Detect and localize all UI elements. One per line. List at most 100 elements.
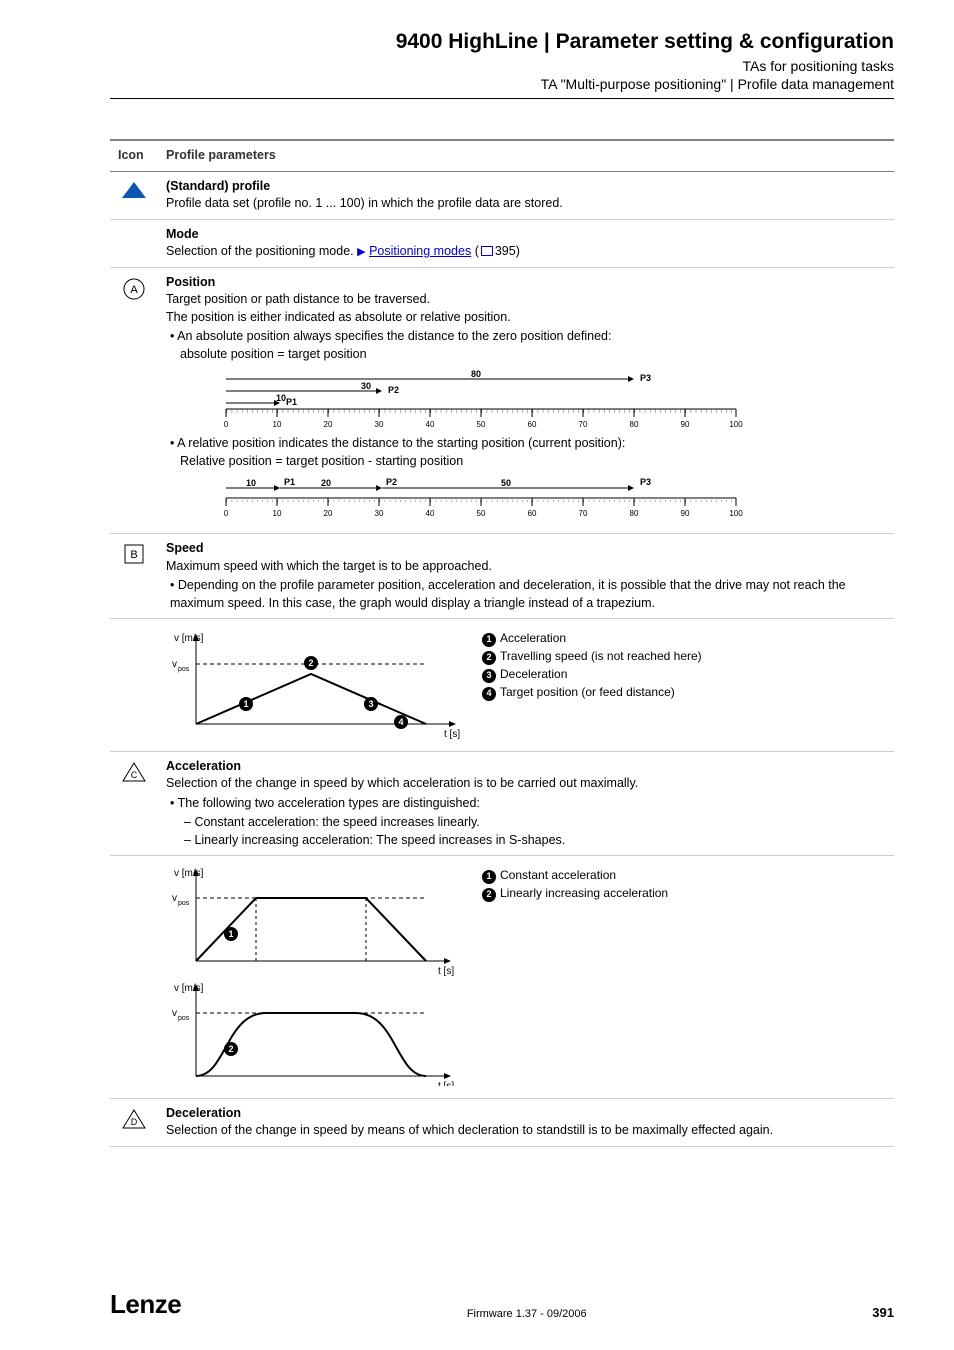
legend-text: Linearly increasing acceleration — [500, 886, 668, 900]
row-title: (Standard) profile — [166, 178, 886, 196]
positioning-modes-link[interactable]: Positioning modes — [369, 244, 471, 258]
svg-text:1: 1 — [243, 699, 248, 709]
svg-text:v [m/s]: v [m/s] — [174, 633, 204, 644]
svg-text:v: v — [172, 659, 177, 670]
position-bullet-abs: An absolute position always specifies th… — [170, 328, 886, 363]
p3v-label: 80 — [471, 369, 481, 379]
svg-text:3: 3 — [368, 699, 373, 709]
link-arrow-icon: ▶ — [357, 246, 365, 258]
row-title: Mode — [166, 226, 886, 244]
position-bullet-rel: A relative position indicates the distan… — [170, 435, 886, 470]
svg-text:10: 10 — [273, 509, 282, 518]
legend-text: Travelling speed (is not reached here) — [500, 649, 702, 663]
legend-text: Acceleration — [500, 631, 566, 645]
row-title: Speed — [166, 540, 886, 558]
accel-legend: 1Constant acceleration 2Linearly increas… — [482, 866, 668, 902]
svg-text:pos: pos — [178, 900, 190, 907]
svg-text:20: 20 — [324, 420, 333, 429]
svg-text:0: 0 — [224, 420, 229, 429]
speed-legend: 1 Acceleration 2 Travelling speed (is not … — [482, 629, 702, 701]
firmware-text: Firmware 1.37 - 09/2006 — [181, 1308, 872, 1320]
col-header-params: Profile parameters — [158, 140, 894, 171]
row-title: Position — [166, 274, 886, 292]
svg-text:90: 90 — [681, 509, 690, 518]
svg-text:60: 60 — [528, 509, 537, 518]
profile-triangle-icon — [118, 182, 150, 198]
svg-text:t [s]: t [s] — [438, 1081, 454, 1086]
accel-dash2: Linearly increasing acceleration: The sp… — [184, 832, 886, 850]
svg-text:90: 90 — [681, 420, 690, 429]
row-desc: Selection of the positioning mode. ▶ Pos… — [166, 243, 886, 261]
header-subtitle-1: TAs for positioning tasks — [110, 58, 894, 74]
accel-graphs: v [m/s]t [s] vpos 1 — [166, 866, 466, 1092]
svg-text:2: 2 — [308, 658, 313, 668]
table-row: v [m/s]t [s] vpos 1 — [110, 856, 894, 1099]
formula-text: absolute position = target position — [170, 347, 367, 361]
book-icon — [481, 246, 493, 256]
svg-text:70: 70 — [579, 509, 588, 518]
absolute-ruler-graphic: 80 P3 30 P2 10 P1 — [196, 369, 886, 429]
svg-text:2: 2 — [228, 1044, 233, 1054]
p2v-label: 30 — [361, 381, 371, 391]
svg-text:0: 0 — [224, 509, 229, 518]
speed-bullet: Depending on the profile parameter posit… — [170, 577, 886, 612]
svg-text:v [m/s]: v [m/s] — [174, 868, 204, 879]
legend-number-icon: 4 — [482, 687, 496, 701]
table-row: C Acceleration Selection of the change i… — [110, 751, 894, 856]
svg-text:1: 1 — [228, 929, 233, 939]
bullet-text: A relative position indicates the distan… — [177, 436, 625, 450]
legend-text: Target position (or feed distance) — [500, 685, 675, 699]
svg-text:100: 100 — [729, 509, 743, 518]
table-row: A Position Target position or path dista… — [110, 267, 894, 534]
svg-text:pos: pos — [178, 666, 190, 673]
legend-number-icon: 1 — [482, 870, 496, 884]
accel-dash1: Constant acceleration: the speed increas… — [184, 814, 886, 832]
row-title: Acceleration — [166, 758, 886, 776]
svg-text:4: 4 — [398, 717, 403, 727]
decel-line1: Selection of the change in speed by mean… — [166, 1122, 886, 1140]
svg-text:80: 80 — [630, 420, 639, 429]
table-row: Mode Selection of the positioning mode. … — [110, 219, 894, 267]
header-rule — [110, 98, 894, 99]
relative-ruler-graphic: 10 P1 20 P2 50 P3 — [196, 476, 886, 521]
svg-text:P3: P3 — [640, 477, 651, 487]
svg-text:C: C — [131, 770, 138, 780]
svg-text:20: 20 — [324, 509, 333, 518]
svg-text:P1: P1 — [284, 477, 295, 487]
accel-line1: Selection of the change in speed by whic… — [166, 775, 886, 793]
page-footer: Lenze Firmware 1.37 - 09/2006 391 — [110, 1289, 894, 1320]
formula-text: Relative position = target position - st… — [170, 454, 463, 468]
svg-text:70: 70 — [579, 420, 588, 429]
svg-text:D: D — [131, 1117, 138, 1127]
table-row: B Speed Maximum speed with which the tar… — [110, 534, 894, 619]
col-header-icon: Icon — [110, 140, 158, 171]
svg-text:v [m/s]: v [m/s] — [174, 983, 204, 994]
svg-text:v: v — [172, 1008, 177, 1019]
svg-text:t [s]: t [s] — [438, 966, 454, 977]
svg-text:v: v — [172, 893, 177, 904]
svg-text:50: 50 — [477, 509, 486, 518]
svg-text:80: 80 — [630, 509, 639, 518]
svg-text:t [s]: t [s] — [444, 729, 460, 739]
legend-number-icon: 2 — [482, 651, 496, 665]
table-row: (Standard) profile Profile data set (pro… — [110, 171, 894, 219]
legend-number-icon: 1 — [482, 633, 496, 647]
svg-text:A: A — [130, 284, 138, 296]
svg-text:P2: P2 — [386, 477, 397, 487]
p2-label: P2 — [388, 385, 399, 395]
profile-parameters-table: Icon Profile parameters (Standard) profi… — [110, 139, 894, 1147]
position-line2: The position is either indicated as abso… — [166, 309, 886, 327]
svg-text:100: 100 — [729, 420, 743, 429]
legend-text: Deceleration — [500, 667, 567, 681]
legend-number-icon: 3 — [482, 669, 496, 683]
svg-text:pos: pos — [178, 1015, 190, 1022]
row-title: Deceleration — [166, 1105, 886, 1123]
letter-a-in-circle-icon: A — [118, 278, 150, 300]
row-desc: Profile data set (profile no. 1 ... 100)… — [166, 195, 886, 213]
p1-label: P1 — [286, 397, 297, 407]
letter-c-in-triangle-icon: C — [118, 762, 150, 782]
mode-desc-prefix: Selection of the positioning mode. — [166, 244, 357, 258]
letter-d-in-triangle-icon: D — [118, 1109, 150, 1129]
svg-text:10: 10 — [246, 478, 256, 488]
letter-b-in-square-icon: B — [118, 544, 150, 564]
